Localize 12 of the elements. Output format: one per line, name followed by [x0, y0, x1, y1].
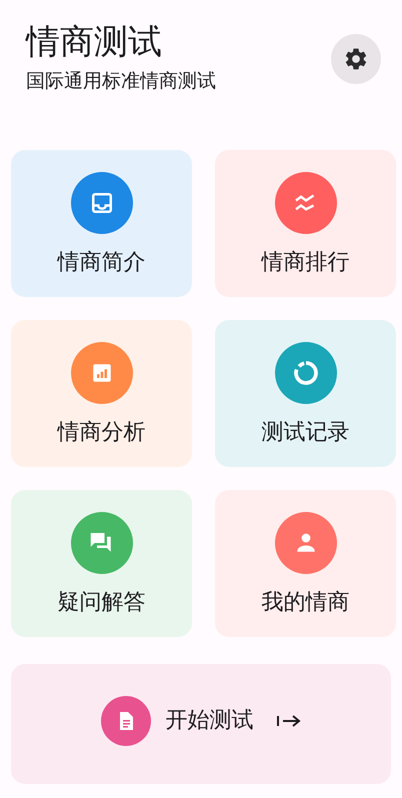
menu-tile[interactable]: 情商分析	[11, 320, 192, 467]
menu-tile[interactable]: 疑问解答	[11, 490, 192, 637]
menu-tile[interactable]: 我的情商	[215, 490, 396, 637]
settings-icon	[343, 46, 369, 72]
start-test-button[interactable]: 开始测试	[11, 664, 391, 784]
settings-button[interactable]	[331, 34, 381, 84]
menu-tile[interactable]: 情商排行	[215, 150, 396, 297]
app-subtitle: 国际通用标准情商测试	[26, 68, 216, 94]
arrow-icon	[276, 712, 302, 728]
menu-tile[interactable]: 测试记录	[215, 320, 396, 467]
app-title: 情商测试	[26, 22, 163, 63]
menu-tile[interactable]: 情商简介	[11, 150, 192, 297]
